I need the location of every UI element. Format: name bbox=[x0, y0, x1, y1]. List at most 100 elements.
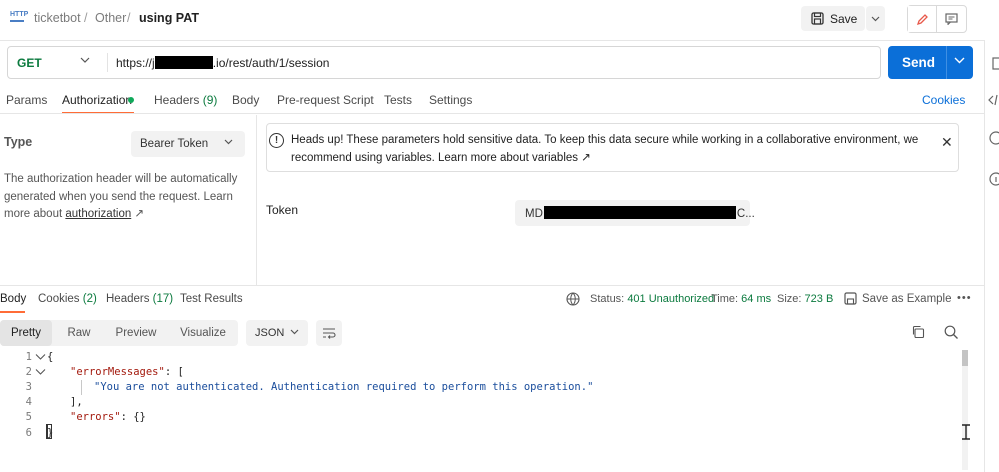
http-method-select[interactable]: GET bbox=[17, 56, 42, 70]
tab-params[interactable]: Params bbox=[6, 93, 47, 107]
time-label: Time: bbox=[711, 293, 739, 305]
response-tab-cookies-label: Cookies bbox=[38, 293, 80, 305]
save-options-button[interactable] bbox=[866, 6, 885, 31]
time-text: Time: 64 ms bbox=[711, 293, 771, 305]
tab-body[interactable]: Body bbox=[232, 93, 259, 107]
divider bbox=[0, 40, 984, 41]
size-label: Size: bbox=[777, 293, 802, 305]
divider bbox=[107, 53, 108, 72]
breadcrumb-folder[interactable]: Other bbox=[95, 11, 126, 25]
line-number: 1 bbox=[25, 351, 32, 363]
close-icon[interactable]: ✕ bbox=[941, 134, 953, 151]
code-line[interactable]: "You are not authenticated. Authenticati… bbox=[94, 381, 593, 393]
fold-chevron-icon[interactable] bbox=[35, 368, 46, 376]
code-line[interactable]: "errors": {} bbox=[70, 411, 146, 423]
search-icon[interactable] bbox=[944, 325, 959, 340]
scrollbar[interactable] bbox=[962, 350, 968, 470]
code-line[interactable]: "errorMessages": [ bbox=[70, 366, 184, 378]
pretty-button[interactable]: Pretty bbox=[0, 320, 52, 346]
response-tab-cookies[interactable]: Cookies (2) bbox=[38, 293, 97, 305]
divider bbox=[0, 113, 984, 114]
banner-text: Heads up! These parameters hold sensitiv… bbox=[291, 134, 919, 164]
tab-headers-label: Headers bbox=[154, 93, 200, 107]
auth-description: The authorization header will be automat… bbox=[4, 171, 249, 224]
active-tab-indicator bbox=[0, 311, 25, 313]
time-value[interactable]: 64 ms bbox=[741, 293, 771, 305]
token-value[interactable]: MD C... bbox=[525, 206, 755, 220]
text-cursor-icon bbox=[962, 424, 970, 440]
http-icon-text: HTTP bbox=[10, 11, 29, 18]
divider bbox=[256, 115, 257, 285]
size-value[interactable]: 723 B bbox=[805, 293, 834, 305]
json-key: "errors" bbox=[70, 411, 121, 423]
globe-icon[interactable] bbox=[566, 292, 581, 306]
chevron-down-icon[interactable] bbox=[290, 329, 299, 335]
comment-icon bbox=[945, 13, 958, 25]
code-line[interactable]: { bbox=[47, 351, 53, 363]
response-tab-headers-label: Headers bbox=[106, 293, 150, 305]
status-value[interactable]: 401 Unauthorized bbox=[627, 293, 714, 305]
more-options-icon[interactable]: ••• bbox=[957, 292, 972, 304]
token-label: Token bbox=[266, 203, 299, 217]
response-tab-test-results[interactable]: Test Results bbox=[180, 293, 243, 305]
response-tab-headers[interactable]: Headers (17) bbox=[106, 293, 173, 305]
send-label[interactable]: Send bbox=[902, 55, 935, 70]
save-as-example-button[interactable]: Save as Example bbox=[862, 293, 952, 305]
cookies-link[interactable]: Cookies bbox=[922, 93, 965, 107]
url-prefix: https://j bbox=[116, 56, 155, 70]
code-icon[interactable] bbox=[988, 94, 999, 108]
send-options-chevron-icon[interactable] bbox=[954, 57, 965, 64]
line-number: 3 bbox=[25, 381, 32, 393]
pencil-icon bbox=[916, 13, 928, 25]
code-line[interactable]: ], bbox=[70, 396, 83, 408]
tab-headers-count: (9) bbox=[202, 93, 218, 107]
breadcrumb-request-title[interactable]: using PAT bbox=[139, 11, 199, 25]
tab-pre-request-script[interactable]: Pre-request Script bbox=[277, 93, 374, 107]
documentation-button[interactable] bbox=[937, 6, 966, 32]
url-suffix: .io/rest/auth/1/session bbox=[212, 56, 330, 70]
scrollbar-thumb[interactable] bbox=[962, 350, 968, 366]
documentation-rail-icon[interactable] bbox=[988, 57, 999, 71]
visualize-button[interactable]: Visualize bbox=[170, 320, 236, 346]
response-language-value[interactable]: JSON bbox=[255, 327, 284, 339]
line-number: 5 bbox=[25, 411, 32, 423]
save-label: Save bbox=[830, 11, 858, 26]
external-link-icon: ↗ bbox=[134, 208, 145, 220]
status-dot bbox=[128, 97, 134, 103]
tab-settings[interactable]: Settings bbox=[429, 93, 472, 107]
wrap-lines-button[interactable] bbox=[316, 320, 342, 346]
chevron-down-icon bbox=[871, 16, 880, 21]
copy-icon[interactable] bbox=[911, 325, 925, 339]
chevron-down-icon[interactable] bbox=[224, 139, 233, 145]
chevron-down-icon[interactable] bbox=[80, 57, 90, 64]
preview-button[interactable]: Preview bbox=[106, 320, 166, 346]
save-icon[interactable] bbox=[844, 292, 857, 305]
raw-button[interactable]: Raw bbox=[56, 320, 102, 346]
response-headers-count: (17) bbox=[152, 293, 174, 305]
breadcrumb-collection[interactable]: ticketbot bbox=[34, 11, 81, 25]
json-key: "errorMessages" bbox=[70, 366, 165, 378]
tab-tests[interactable]: Tests bbox=[384, 93, 412, 107]
response-tab-body[interactable]: Body bbox=[0, 293, 26, 305]
edit-mode-button[interactable] bbox=[908, 6, 937, 32]
status-label: Status: bbox=[590, 293, 625, 305]
authorization-docs-link[interactable]: authorization bbox=[65, 208, 131, 220]
save-button[interactable]: Save bbox=[801, 6, 865, 31]
external-link-icon: ↗ bbox=[581, 152, 591, 164]
wrap-lines-icon bbox=[323, 328, 336, 339]
info-icon[interactable] bbox=[988, 172, 999, 186]
banner-message: Heads up! These parameters hold sensitiv… bbox=[291, 131, 931, 167]
tab-authorization[interactable]: Authorization bbox=[62, 93, 132, 107]
http-request-icon: HTTP bbox=[10, 11, 29, 25]
info-icon: ! bbox=[269, 133, 284, 148]
variables-docs-link[interactable]: variables bbox=[532, 152, 578, 164]
fold-chevron-icon[interactable] bbox=[35, 353, 46, 361]
url-input[interactable]: https://j .io/rest/auth/1/session bbox=[116, 56, 329, 70]
status-text: Status: 401 Unauthorized bbox=[590, 293, 714, 305]
divider bbox=[0, 285, 984, 286]
divider bbox=[946, 46, 947, 79]
line-number: 2 bbox=[25, 366, 32, 378]
tab-headers[interactable]: Headers (9) bbox=[154, 93, 217, 107]
auth-type-value[interactable]: Bearer Token bbox=[140, 138, 208, 150]
comments-icon[interactable] bbox=[988, 131, 999, 145]
